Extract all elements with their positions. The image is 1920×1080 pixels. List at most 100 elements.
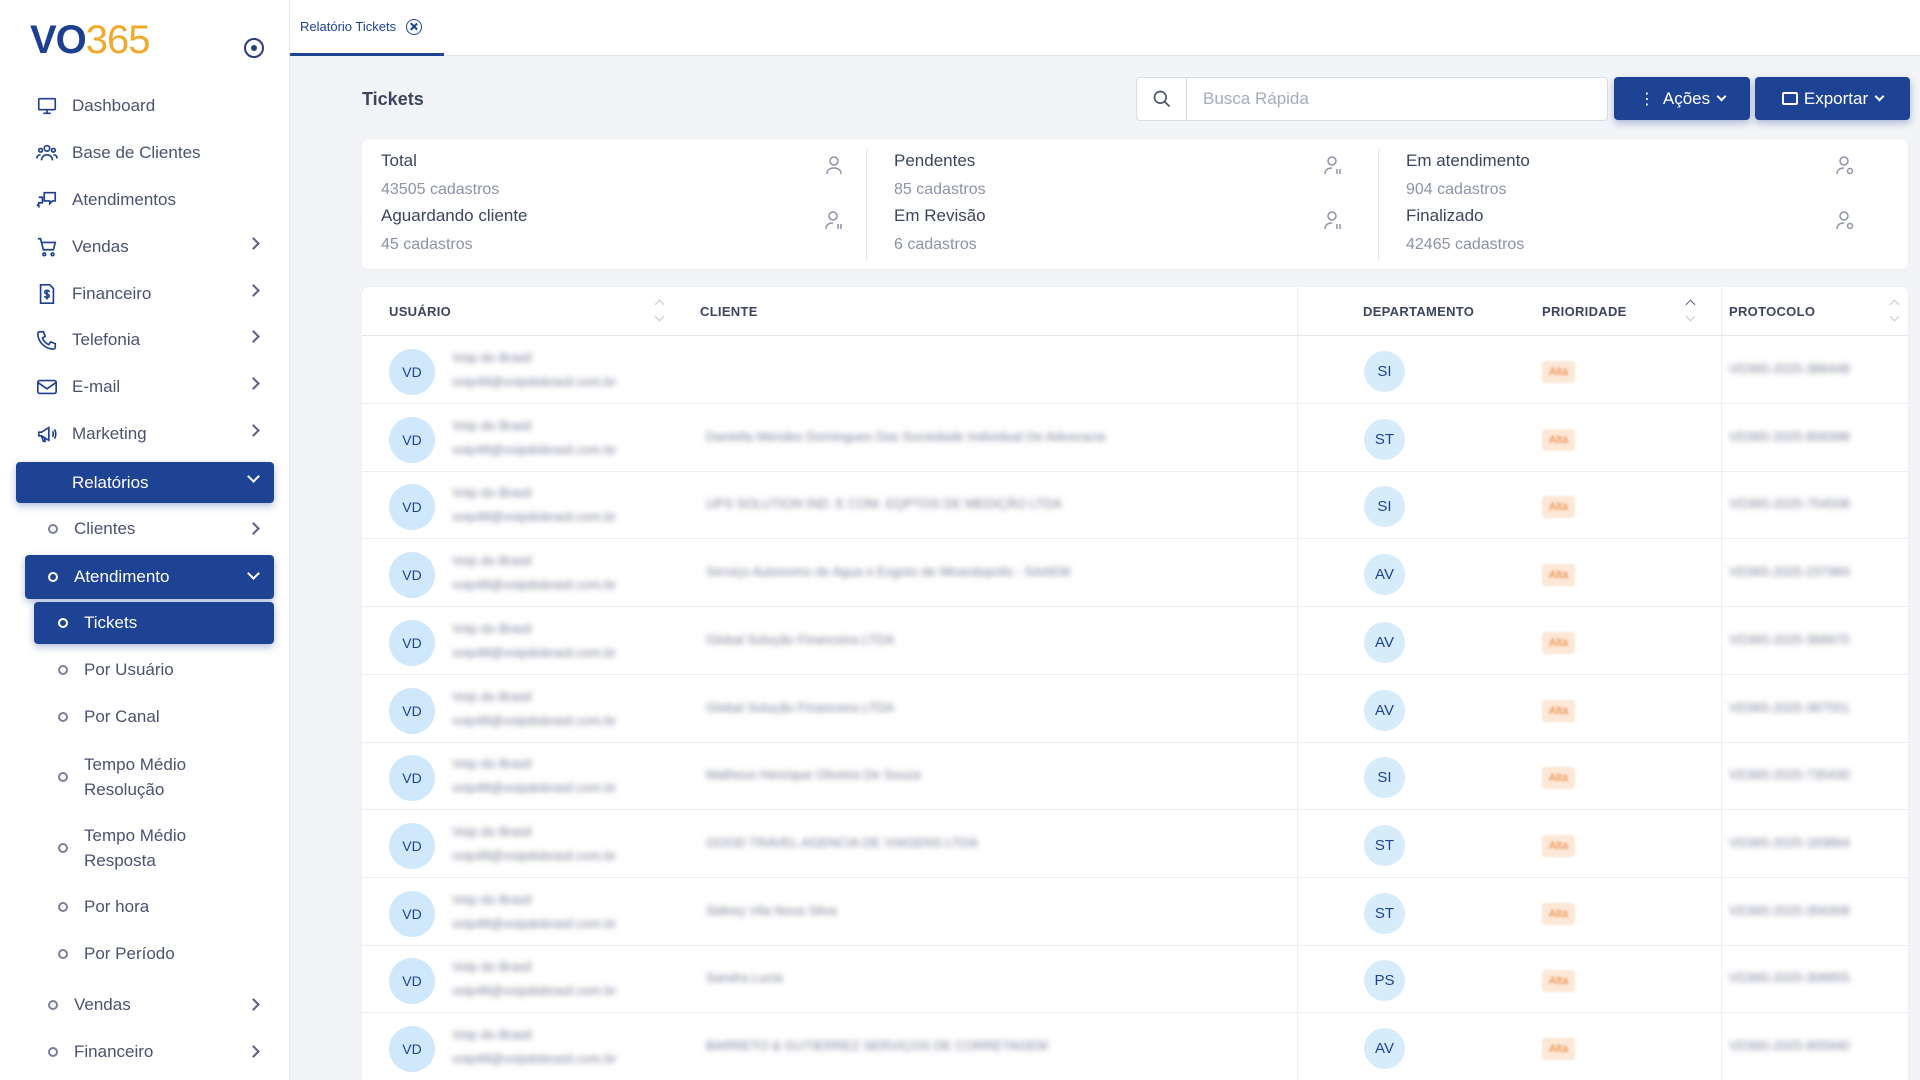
stat-label: Finalizado: [1406, 206, 1484, 225]
table-row[interactable]: VD Voip do Brasil voip48@voipdobrasil.com.…: [362, 810, 1908, 878]
department-badge: SI: [1364, 757, 1405, 799]
exportar-button[interactable]: Exportar: [1755, 77, 1910, 120]
bullet-icon: [48, 1047, 58, 1057]
avatar: VD: [389, 552, 435, 599]
column-header-protocolo[interactable]: PROTOCOLO: [1729, 287, 1815, 335]
submenu-item-por-canal[interactable]: Por Canal: [58, 706, 274, 728]
avatar: VD: [389, 1026, 435, 1072]
sidebar-item-atendimentos[interactable]: Atendimentos: [16, 180, 274, 220]
bullet-icon: [48, 1000, 58, 1010]
user-email: voip48@voipdobrasil.com.br: [452, 1051, 617, 1066]
priority-badge: Alta: [1542, 631, 1575, 654]
submenu-item-tempo-medio-resolucao[interactable]: Tempo Médio Resolução: [58, 752, 218, 802]
sort-icon[interactable]: [1889, 299, 1899, 323]
submenu-item-por-periodo[interactable]: Por Período: [58, 943, 274, 965]
priority-badge: Alta: [1542, 428, 1575, 451]
department-badge: ST: [1364, 418, 1405, 460]
table-row[interactable]: VD Voip do Brasil voip48@voipdobrasil.com.…: [362, 675, 1908, 743]
submenu-item-financeiro[interactable]: Financeiro: [48, 1041, 274, 1063]
stat-aguardando-cliente: Aguardando cliente 45 cadastros: [381, 206, 851, 254]
sidebar: VO365 Dashboard Base de Clientes Atendim…: [0, 0, 290, 1080]
user-email: voip48@voipdobrasil.com.br: [452, 577, 617, 593]
bullet-icon: [58, 902, 68, 912]
sidebar-item-relatorios[interactable]: Relatórios: [16, 462, 274, 503]
avatar: VD: [389, 890, 435, 937]
submenu-item-por-hora[interactable]: Por hora: [58, 896, 274, 918]
priority-badge: Alta: [1542, 564, 1575, 587]
submenu-item-label: Clientes: [74, 519, 136, 538]
sidebar-toggle-button[interactable]: [244, 38, 264, 58]
close-tab-icon[interactable]: [406, 18, 423, 35]
phone-icon: [34, 329, 60, 351]
sidebar-item-financeiro[interactable]: Financeiro: [16, 274, 274, 314]
submenu-item-label: Tempo Médio Resolução: [84, 755, 187, 799]
submenu-item-tickets[interactable]: Tickets: [34, 602, 274, 644]
stat-value: 85 cadastros: [894, 181, 986, 198]
sort-icon[interactable]: [654, 299, 664, 323]
user-email: voip48@voipdobrasil.com.br: [452, 374, 617, 389]
department-badge: AV: [1364, 621, 1405, 663]
column-header-prioridade[interactable]: PRIORIDADE: [1542, 287, 1627, 335]
submenu-item-vendas[interactable]: Vendas: [48, 994, 274, 1016]
sidebar-item-vendas[interactable]: Vendas: [16, 227, 274, 267]
submenu-item-clientes[interactable]: Clientes: [48, 518, 274, 540]
acoes-button[interactable]: ⋮ Ações: [1614, 77, 1750, 120]
stat-value: 904 cadastros: [1406, 181, 1507, 198]
sidebar-item-email[interactable]: E-mail: [16, 367, 274, 407]
tab-relatorio-tickets[interactable]: Relatório Tickets: [290, 0, 444, 56]
protocol-number: VD365-2025-387551: [1729, 699, 1850, 715]
sidebar-item-base-clientes[interactable]: Base de Clientes: [16, 133, 274, 173]
user-name: Voip do Brasil: [452, 1027, 532, 1042]
table-row[interactable]: VD Voip do Brasil voip48@voipdobrasil.com.…: [362, 1013, 1908, 1080]
submenu-item-label: Por Canal: [84, 707, 160, 726]
table-row[interactable]: VD Voip do Brasil voip48@voipdobrasil.com.…: [362, 336, 1908, 404]
user-email: voip48@voipdobrasil.com.br: [452, 712, 617, 728]
table-row[interactable]: VD Voip do Brasil voip48@voipdobrasil.com.…: [362, 404, 1908, 472]
user-name: Voip do Brasil: [452, 485, 532, 501]
priority-badge: Alta: [1542, 902, 1575, 925]
stat-finalizado: Finalizado 42465 cadastros: [1406, 206, 1876, 254]
submenu-item-label: Tickets: [84, 613, 138, 632]
search-icon[interactable]: [1137, 78, 1187, 120]
export-icon: [1781, 92, 1798, 105]
bullet-icon: [58, 843, 68, 853]
brand-logo[interactable]: VO365: [30, 18, 151, 63]
table-row[interactable]: VD Voip do Brasil voip48@voipdobrasil.com.…: [362, 539, 1908, 608]
protocol-number: VD365-2025-858398: [1729, 428, 1850, 444]
megaphone-icon: [34, 423, 60, 445]
table-row[interactable]: VD Voip do Brasil voip48@voipdobrasil.com.…: [362, 607, 1908, 675]
chevron-down-icon: [247, 567, 260, 580]
sidebar-item-telefonia[interactable]: Telefonia: [16, 320, 274, 360]
table-row[interactable]: VD Voip do Brasil voip48@voipdobrasil.com.…: [362, 742, 1908, 811]
priority-badge: Alta: [1542, 361, 1575, 383]
stat-value: 6 cadastros: [894, 236, 977, 253]
user-pause-icon: [825, 211, 842, 230]
submenu-item-tempo-medio-resposta[interactable]: Tempo Médio Resposta: [58, 823, 218, 873]
column-header-usuario[interactable]: USUÁRIO: [389, 287, 451, 335]
chevron-right-icon: [247, 284, 260, 297]
department-badge: SI: [1364, 351, 1405, 392]
sidebar-item-marketing[interactable]: Marketing: [16, 414, 274, 454]
priority-badge: Alta: [1542, 1038, 1575, 1060]
sidebar-item-label: Financeiro: [72, 284, 152, 303]
avatar: VD: [389, 619, 435, 666]
table-row[interactable]: VD Voip do Brasil voip48@voipdobrasil.com.…: [362, 878, 1908, 946]
submenu-item-por-usuario[interactable]: Por Usuário: [58, 659, 274, 681]
protocol-number: VD365-2025-183864: [1729, 834, 1850, 850]
table-row[interactable]: VD Voip do Brasil voip48@voipdobrasil.com.…: [362, 945, 1908, 1014]
chevron-right-icon: [247, 522, 260, 535]
priority-badge: Alta: [1542, 496, 1575, 519]
column-header-cliente[interactable]: CLIENTE: [700, 287, 758, 335]
department-badge: SI: [1364, 486, 1405, 528]
sort-icon[interactable]: [1685, 299, 1695, 323]
column-header-departamento[interactable]: DEPARTAMENTO: [1363, 287, 1474, 335]
search-input[interactable]: [1187, 78, 1607, 120]
user-name: Voip do Brasil: [452, 620, 532, 636]
stat-label: Em Revisão: [894, 206, 986, 225]
submenu-item-atendimento[interactable]: Atendimento: [25, 555, 274, 599]
table-row[interactable]: VD Voip do Brasil voip48@voipdobrasil.com.…: [362, 471, 1908, 540]
user-email: voip48@voipdobrasil.com.br: [452, 644, 617, 660]
sidebar-item-dashboard[interactable]: Dashboard: [16, 86, 274, 126]
user-email: voip48@voipdobrasil.com.br: [452, 780, 617, 796]
priority-badge: Alta: [1542, 970, 1575, 993]
